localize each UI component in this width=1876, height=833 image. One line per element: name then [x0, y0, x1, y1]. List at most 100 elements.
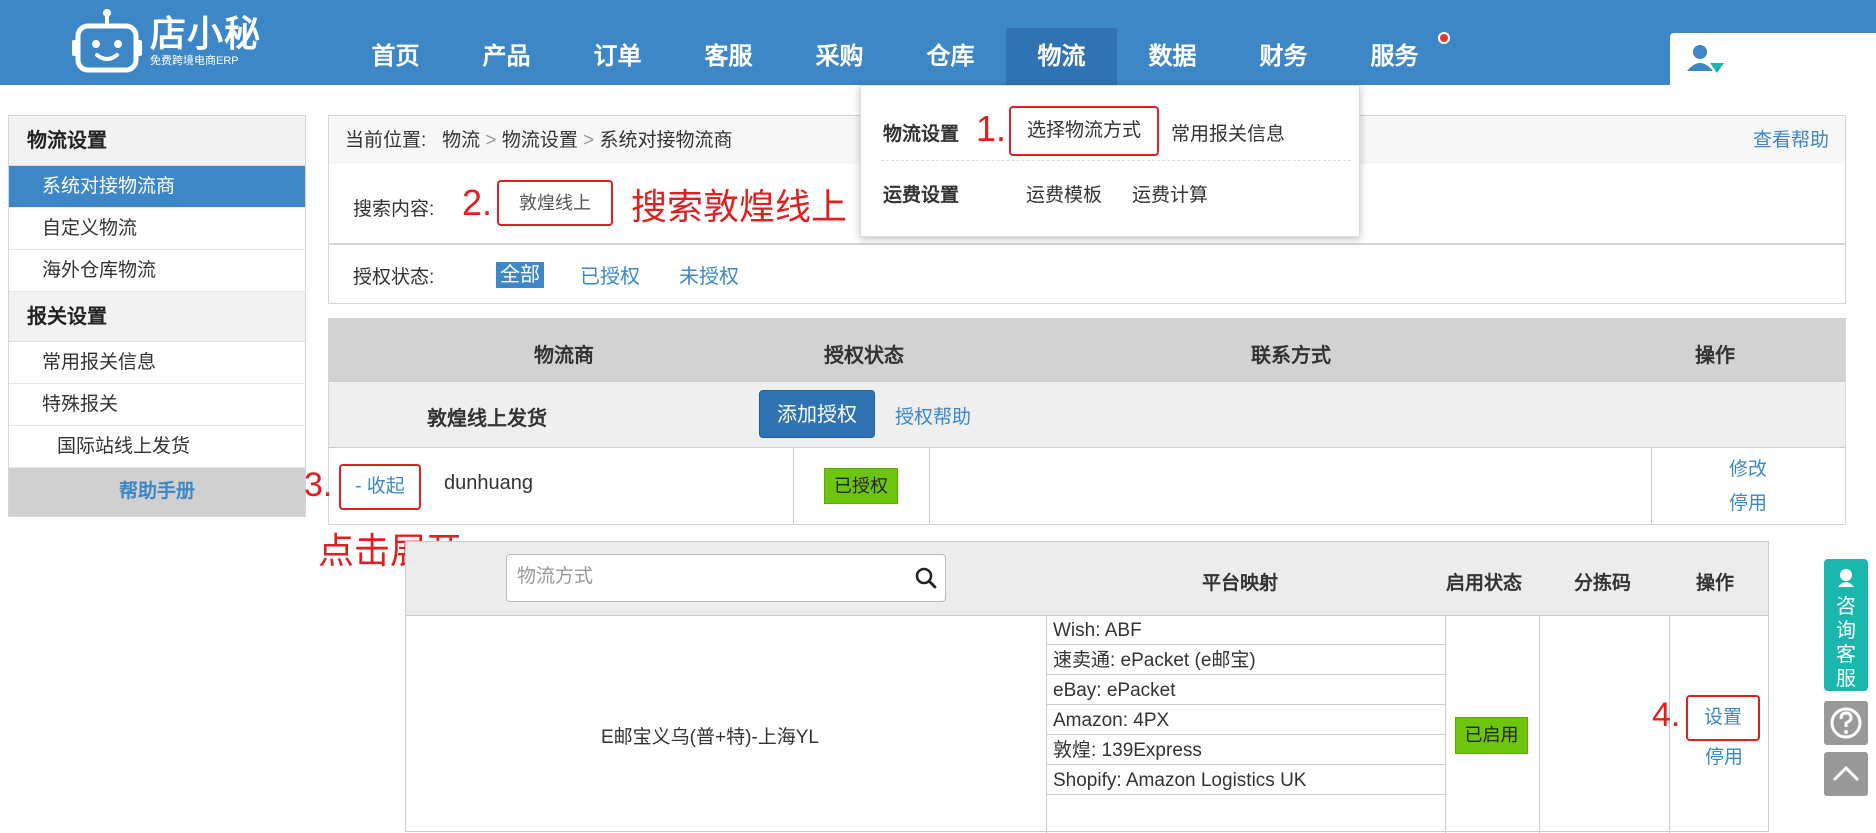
help-float-button[interactable]	[1824, 701, 1868, 745]
auth-status-cell: 已授权	[794, 448, 930, 525]
mapping-row: Wish: ABF	[1047, 616, 1445, 645]
mapping-row: eBay: ePacket	[1047, 676, 1445, 705]
auth-filter-label: 授权状态:	[353, 267, 435, 288]
nav-orders[interactable]: 订单	[562, 28, 673, 85]
freight-calc-link[interactable]: 运费计算	[1132, 180, 1208, 207]
search-input[interactable]: 敦煌线上	[497, 180, 613, 226]
back-to-top-button[interactable]	[1824, 752, 1868, 796]
nav-customer-service[interactable]: 客服	[673, 28, 784, 85]
subtable-header: 平台映射 启用状态 分拣码 操作	[406, 542, 1768, 616]
table-row: - 收起 dunhuang 已授权 修改 停用	[329, 447, 1847, 525]
settings-button[interactable]: 设置	[1686, 695, 1760, 741]
carrier-group-row: 敦煌线上发货 添加授权 授权帮助	[329, 381, 1845, 447]
shipping-method-name: E邮宝义乌(普+特)-上海YL	[601, 727, 819, 748]
freight-template-link[interactable]: 运费模板	[1026, 180, 1102, 207]
search-label: 搜索内容:	[353, 199, 435, 220]
robot-logo-icon	[72, 8, 142, 74]
authorization-help-link[interactable]: 授权帮助	[895, 402, 971, 429]
col-operations: 操作	[1695, 345, 1735, 367]
account-cell: - 收起 dunhuang	[329, 448, 794, 525]
breadcrumb-logistics-settings[interactable]: 物流设置	[502, 130, 578, 151]
nav-logistics[interactable]: 物流	[1006, 28, 1117, 85]
mapping-row: 速卖通: ePacket (e邮宝)	[1047, 646, 1445, 675]
col-carrier: 物流商	[534, 345, 594, 367]
mapping-row: 敦煌: 139Express	[1047, 736, 1445, 765]
carrier-table: 物流商 授权状态 联系方式 操作 敦煌线上发货 添加授权 授权帮助 - 收起 d…	[328, 318, 1846, 525]
sidebar-item-special-customs[interactable]: 特殊报关	[9, 384, 305, 426]
mapping-row: Amazon: 4PX	[1047, 706, 1445, 735]
choose-method-link[interactable]: 选择物流方式	[1009, 106, 1159, 156]
method-search-field[interactable]	[506, 554, 946, 602]
authorized-badge: 已授权	[824, 468, 898, 504]
column-divider	[1539, 616, 1540, 833]
step-3-marker: 3.	[304, 466, 333, 504]
user-icon	[1687, 45, 1724, 73]
nav-services-label: 服务	[1370, 43, 1419, 70]
sidebar-item-custom-logistics[interactable]: 自定义物流	[9, 208, 305, 250]
chevron-up-icon	[1832, 765, 1860, 782]
brand-name: 店小秘	[150, 13, 262, 54]
edit-link[interactable]: 修改	[1729, 454, 1767, 481]
col-platform-mapping: 平台映射	[1202, 573, 1279, 594]
column-divider	[1445, 616, 1446, 833]
sidebar: 物流设置 系统对接物流商 自定义物流 海外仓库物流 报关设置 常用报关信息 特殊…	[8, 115, 306, 517]
search-icon[interactable]	[915, 567, 937, 589]
sidebar-item-overseas-warehouse[interactable]: 海外仓库物流	[9, 250, 305, 292]
col-contact: 联系方式	[1251, 345, 1331, 367]
mapping-row: Shopify: Amazon Logistics UK	[1047, 766, 1445, 795]
sidebar-item-intl-online[interactable]: 国际站线上发货	[9, 426, 305, 468]
nav-services[interactable]: 服务	[1339, 28, 1450, 85]
breadcrumb-logistics[interactable]: 物流	[442, 130, 480, 151]
help-manual-button[interactable]: 帮助手册	[9, 468, 305, 516]
top-navbar: 店小秘 免费跨境电商ERP 首页 产品 订单 客服 采购 仓库 物流 数据 财务…	[0, 0, 1876, 85]
customs-info-link[interactable]: 常用报关信息	[1171, 119, 1285, 146]
search-annotation: 搜索敦煌线上	[631, 186, 848, 227]
shipping-method-table: 平台映射 启用状态 分拣码 操作 E邮宝义乌(普+特)-上海YL Wish: A…	[405, 541, 1769, 833]
customer-service-float[interactable]: 咨询客服	[1824, 559, 1868, 691]
disable-method-link[interactable]: 停用	[1705, 742, 1743, 769]
headset-icon	[1838, 569, 1854, 587]
sidebar-item-customs-info[interactable]: 常用报关信息	[9, 342, 305, 384]
col-auth-status: 授权状态	[824, 345, 904, 367]
nav-warehouse[interactable]: 仓库	[895, 28, 1006, 85]
nav-purchasing[interactable]: 采购	[784, 28, 895, 85]
logistics-dropdown-menu: 物流设置 1. 选择物流方式 常用报关信息 运费设置 运费模板 运费计算	[860, 85, 1360, 237]
breadcrumb-separator: >	[485, 130, 497, 151]
add-authorization-button[interactable]: 添加授权	[759, 390, 875, 438]
sidebar-section-customs: 报关设置	[9, 292, 305, 342]
auth-filter-row: 授权状态: 全部 已授权 未授权	[328, 244, 1846, 304]
brand-subtitle: 免费跨境电商ERP	[150, 55, 239, 67]
filter-unauthorized[interactable]: 未授权	[679, 260, 739, 289]
customer-service-label: 咨询客服	[1836, 596, 1856, 690]
sidebar-item-system-carriers[interactable]: 系统对接物流商	[9, 166, 305, 208]
view-help-link[interactable]: 查看帮助	[1753, 116, 1829, 166]
dropdown-freight-title: 运费设置	[883, 185, 960, 206]
nav-products[interactable]: 产品	[451, 28, 562, 85]
step-4-marker: 4.	[1652, 696, 1681, 734]
disable-link[interactable]: 停用	[1729, 488, 1767, 515]
operations-cell: 修改 停用	[1651, 448, 1847, 525]
step-2-marker: 2.	[462, 182, 493, 223]
col-sort-code: 分拣码	[1574, 573, 1632, 594]
dropdown-logistics-title: 物流设置	[883, 124, 960, 145]
nav-data[interactable]: 数据	[1117, 28, 1228, 85]
carrier-name: 敦煌线上发货	[427, 408, 547, 430]
logo[interactable]: 店小秘 免费跨境电商ERP	[72, 8, 261, 74]
step-1-marker: 1.	[976, 108, 1007, 149]
dropdown-divider	[881, 160, 1351, 161]
nav-finance[interactable]: 财务	[1228, 28, 1339, 85]
table-header: 物流商 授权状态 联系方式 操作	[329, 319, 1845, 381]
breadcrumb-prefix: 当前位置:	[345, 130, 427, 151]
method-search-input[interactable]	[507, 555, 887, 599]
account-name: dunhuang	[444, 472, 533, 494]
collapse-button[interactable]: - 收起	[339, 464, 421, 510]
user-menu[interactable]	[1670, 33, 1876, 85]
notification-dot	[1438, 32, 1450, 44]
filter-authorized[interactable]: 已授权	[580, 260, 640, 289]
breadcrumb-current: 系统对接物流商	[599, 130, 733, 151]
col-sub-operations: 操作	[1696, 573, 1735, 594]
breadcrumb-separator: >	[583, 130, 595, 151]
filter-all[interactable]: 全部	[496, 262, 544, 288]
nav-home[interactable]: 首页	[340, 28, 451, 85]
col-enabled-status: 启用状态	[1446, 573, 1523, 594]
